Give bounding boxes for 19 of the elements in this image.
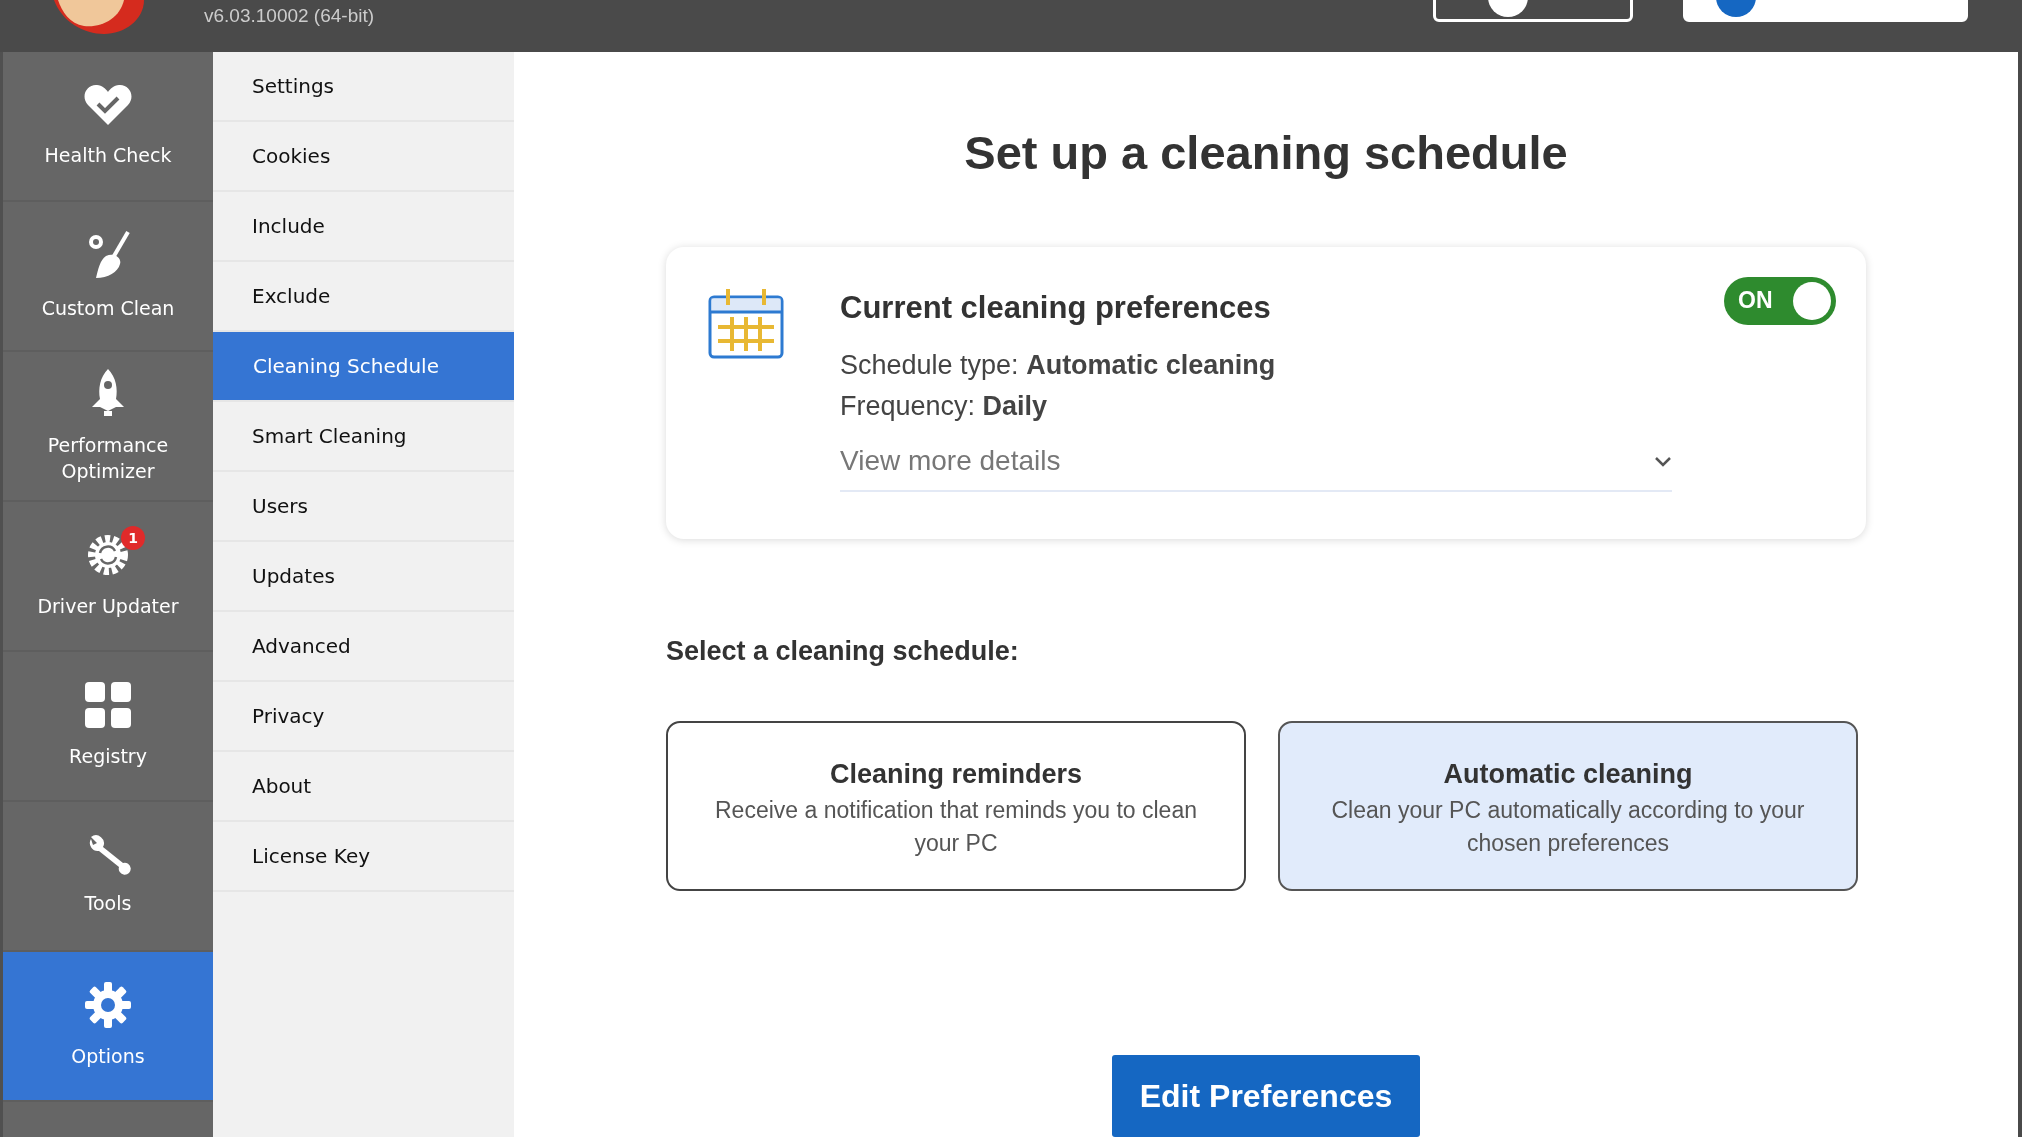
- schedule-option[interactable]: Automatic cleaning Clean your PC automatically according to your chosen preferences: [1278, 721, 1858, 892]
- chevron-icon: [1654, 455, 1672, 467]
- calendar-icon: [708, 286, 784, 359]
- preference-text: Schedule type: Automatic cleaning: [840, 349, 1277, 382]
- grid-icon: [85, 682, 131, 729]
- settings-icon: [85, 982, 131, 1029]
- schedule-option[interactable]: Cleaning reminders Receive a notification that reminds you to clean your PC: [666, 721, 1246, 892]
- section-label: Select a cleaning schedule:: [666, 634, 1020, 668]
- toggle-switch[interactable]: ON: [1724, 276, 1836, 325]
- submenu-item[interactable]: Cleaning Schedule: [213, 332, 514, 402]
- edit-preferences-button[interactable]: Edit Preferences: [1112, 1055, 1420, 1137]
- heart-icon: [83, 83, 133, 128]
- notification-badge: 1: [121, 526, 145, 551]
- version-text: v6.03.10002 (64-bit): [204, 3, 375, 28]
- card-heading: Current cleaning preferences: [840, 288, 1272, 327]
- nav-item[interactable]: Options: [3, 952, 213, 1102]
- preference-text: Frequency: Daily: [840, 389, 1049, 423]
- details-dropdown[interactable]: View more details: [840, 440, 1672, 492]
- page-title: Set up a cleaning schedule: [964, 125, 1568, 181]
